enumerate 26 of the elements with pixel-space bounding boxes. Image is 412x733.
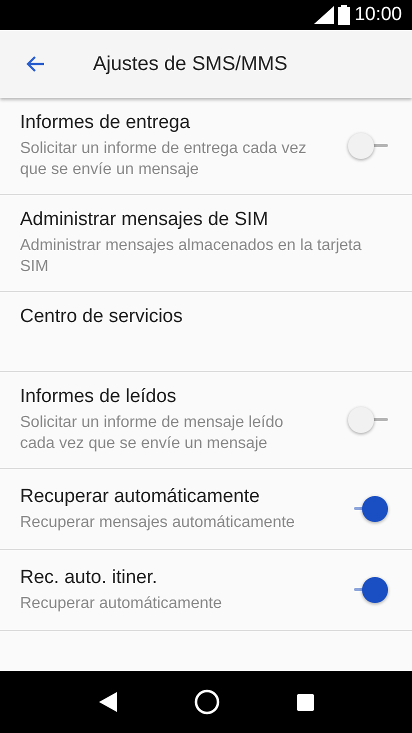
setting-title: Informes de leídos [20, 386, 178, 408]
setting-row[interactable]: Rec. auto. itiner. Recuperar automáticamente [0, 550, 412, 631]
setting-title: Recuperar automáticamente [20, 486, 261, 508]
setting-description: Recuperar mensajes automáticamente [20, 512, 296, 532]
home-icon[interactable] [194, 689, 220, 715]
setting-description: Administrar mensajes almacenados en la tarjeta SIM [20, 236, 362, 277]
toggle-switch[interactable] [348, 407, 388, 433]
screen-title: Ajustes de SMS/MMS [93, 52, 288, 76]
setting-title: Rec. auto. itiner. [20, 566, 158, 588]
signal-icon [314, 6, 334, 24]
setting-row[interactable]: Administrar mensajes de SIM Administrar mensajes almacenados en la tarjeta SIM [0, 195, 412, 292]
setting-description: Solicitar un informe de mensaje leído cada vez que se envíe un mensaje [20, 413, 284, 454]
setting-row[interactable]: Recuperar automáticamente Recuperar mensajes automáticamente [0, 469, 412, 550]
battery-icon [338, 5, 350, 25]
clock-time: 10:00 [354, 4, 402, 26]
setting-title: Informes de entrega [20, 112, 192, 134]
setting-row[interactable]: Informes de leídos Solicitar un informe de mensaje leído cada vez que se envíe un mensaje [0, 372, 412, 469]
back-icon[interactable] [98, 692, 116, 712]
toggle-switch[interactable] [348, 133, 388, 159]
setting-row[interactable]: Centro de servicios [0, 292, 412, 372]
overview-icon[interactable] [296, 694, 314, 710]
setting-title: Administrar mensajes de SIM [20, 209, 270, 231]
setting-description: Solicitar un informe de entrega cada vez que se envíe un mensaje [20, 139, 308, 180]
setting-row[interactable]: Informes de entrega Solicitar un informe de entrega cada vez que se envíe un mensaje [0, 98, 412, 195]
setting-description: Recuperar automáticamente [20, 594, 223, 614]
setting-title: Centro de servicios [20, 306, 184, 328]
